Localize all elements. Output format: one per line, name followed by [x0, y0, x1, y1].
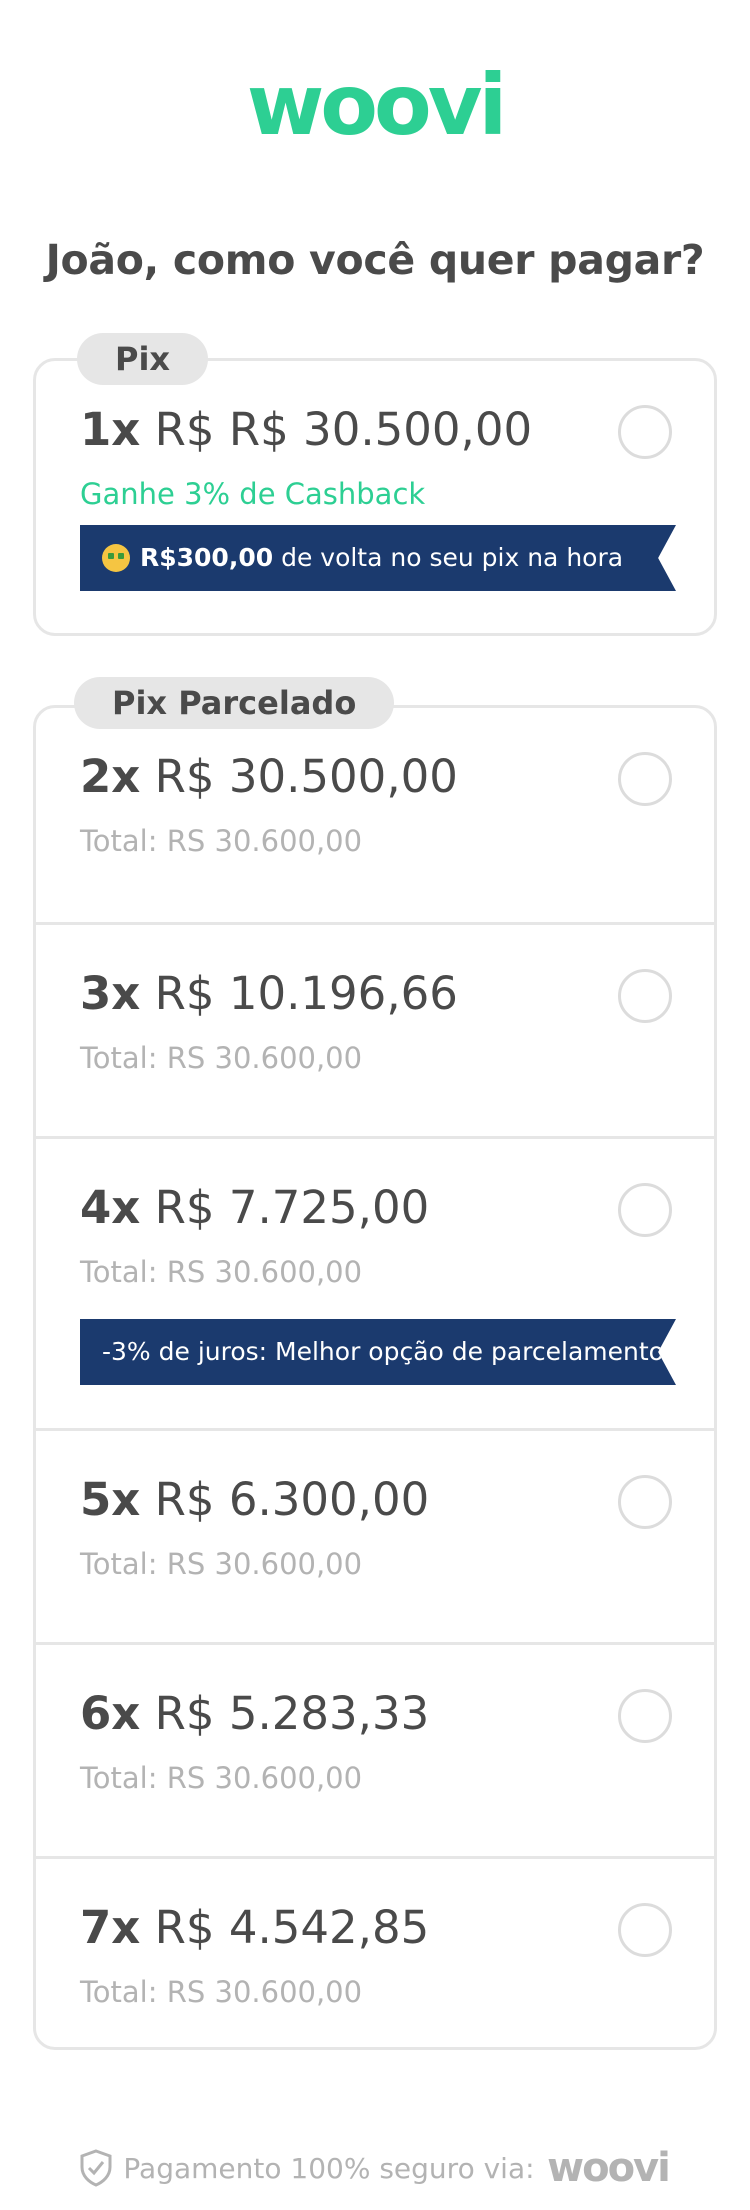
installment-option-3x[interactable]: 3x R$ 10.196,66 Total: RS 30.600,00: [36, 922, 714, 1136]
installment-value: R$ 5.283,33: [154, 1687, 430, 1740]
cashback-amount: R$300,00: [140, 543, 274, 572]
installment-count: 6x: [80, 1687, 141, 1740]
page-title: João, como você quer pagar?: [45, 236, 705, 284]
secure-payment-footer: Pagamento 100% seguro via: woovi: [0, 2148, 750, 2188]
installment-total: Total: RS 30.600,00: [80, 1041, 363, 1075]
installment-value: R$ 10.196,66: [154, 967, 458, 1020]
installment-count: 3x: [80, 967, 141, 1020]
installment-value: R$ R$ 30.500,00: [154, 403, 533, 456]
pix-radio[interactable]: [618, 405, 672, 459]
secure-payment-text: Pagamento 100% seguro via:: [123, 2151, 535, 2185]
pix-group-label: Pix: [77, 333, 209, 385]
installment-value: R$ 6.300,00: [154, 1473, 430, 1526]
installment-total: Total: RS 30.600,00: [80, 1255, 363, 1289]
pix-parcelado-group-label: Pix Parcelado: [74, 677, 395, 729]
installment-option-2x[interactable]: 2x R$ 30.500,00 Total: RS 30.600,00: [36, 708, 714, 922]
cashback-text: Ganhe 3% de Cashback: [80, 477, 426, 511]
installment-radio[interactable]: [618, 1183, 672, 1237]
installment-value: R$ 7.725,00: [154, 1181, 430, 1234]
pix-amount: 1x R$ R$ 30.500,00: [80, 403, 532, 456]
installment-total: Total: RS 30.600,00: [80, 824, 363, 858]
installment-total: Total: RS 30.600,00: [80, 1975, 363, 2009]
installment-option-6x[interactable]: 6x R$ 5.283,33 Total: RS 30.600,00: [36, 1642, 714, 1856]
shield-check-icon: [80, 2149, 112, 2187]
installment-radio[interactable]: [618, 1689, 672, 1743]
installment-total: Total: RS 30.600,00: [80, 1761, 363, 1795]
cashback-banner: R$300,00 de volta no seu pix na hora: [80, 525, 676, 591]
installment-count: 4x: [80, 1181, 141, 1234]
woovi-logo: woovi: [0, 68, 750, 148]
pix-group: 1x R$ R$ 30.500,00 Ganhe 3% de Cashback …: [33, 358, 717, 636]
installment-radio[interactable]: [618, 969, 672, 1023]
installment-radio[interactable]: [618, 752, 672, 806]
installment-count: 2x: [80, 750, 141, 803]
installment-count: 5x: [80, 1473, 141, 1526]
pix-parcelado-group: 2x R$ 30.500,00 Total: RS 30.600,00 3x R…: [33, 705, 717, 2050]
installment-option-4x[interactable]: 4x R$ 7.725,00 Total: RS 30.600,00 -3% d…: [36, 1136, 714, 1428]
woovi-logo-mark: woovi: [247, 68, 505, 148]
footer-logo-text: woovi: [547, 2148, 669, 2188]
best-option-banner: -3% de juros: Melhor opção de parcelamen…: [80, 1319, 676, 1385]
cashback-banner-text: de volta no seu pix na hora: [273, 543, 624, 572]
logo-text: woovi: [247, 68, 504, 148]
installment-option-7x[interactable]: 7x R$ 4.542,85 Total: RS 30.600,00: [36, 1856, 714, 2047]
installment-value: R$ 30.500,00: [154, 750, 458, 803]
money-mouth-face-icon: [102, 544, 130, 572]
installment-option-5x[interactable]: 5x R$ 6.300,00 Total: RS 30.600,00: [36, 1428, 714, 1642]
installment-radio[interactable]: [618, 1903, 672, 1957]
footer-woovi-logo: woovi: [547, 2148, 671, 2188]
installment-count: 1x: [80, 403, 141, 456]
installment-radio[interactable]: [618, 1475, 672, 1529]
pix-option-1x[interactable]: 1x R$ R$ 30.500,00 Ganhe 3% de Cashback …: [36, 361, 714, 633]
installment-value: R$ 4.542,85: [154, 1901, 430, 1954]
installment-count: 7x: [80, 1901, 141, 1954]
installment-total: Total: RS 30.600,00: [80, 1547, 363, 1581]
